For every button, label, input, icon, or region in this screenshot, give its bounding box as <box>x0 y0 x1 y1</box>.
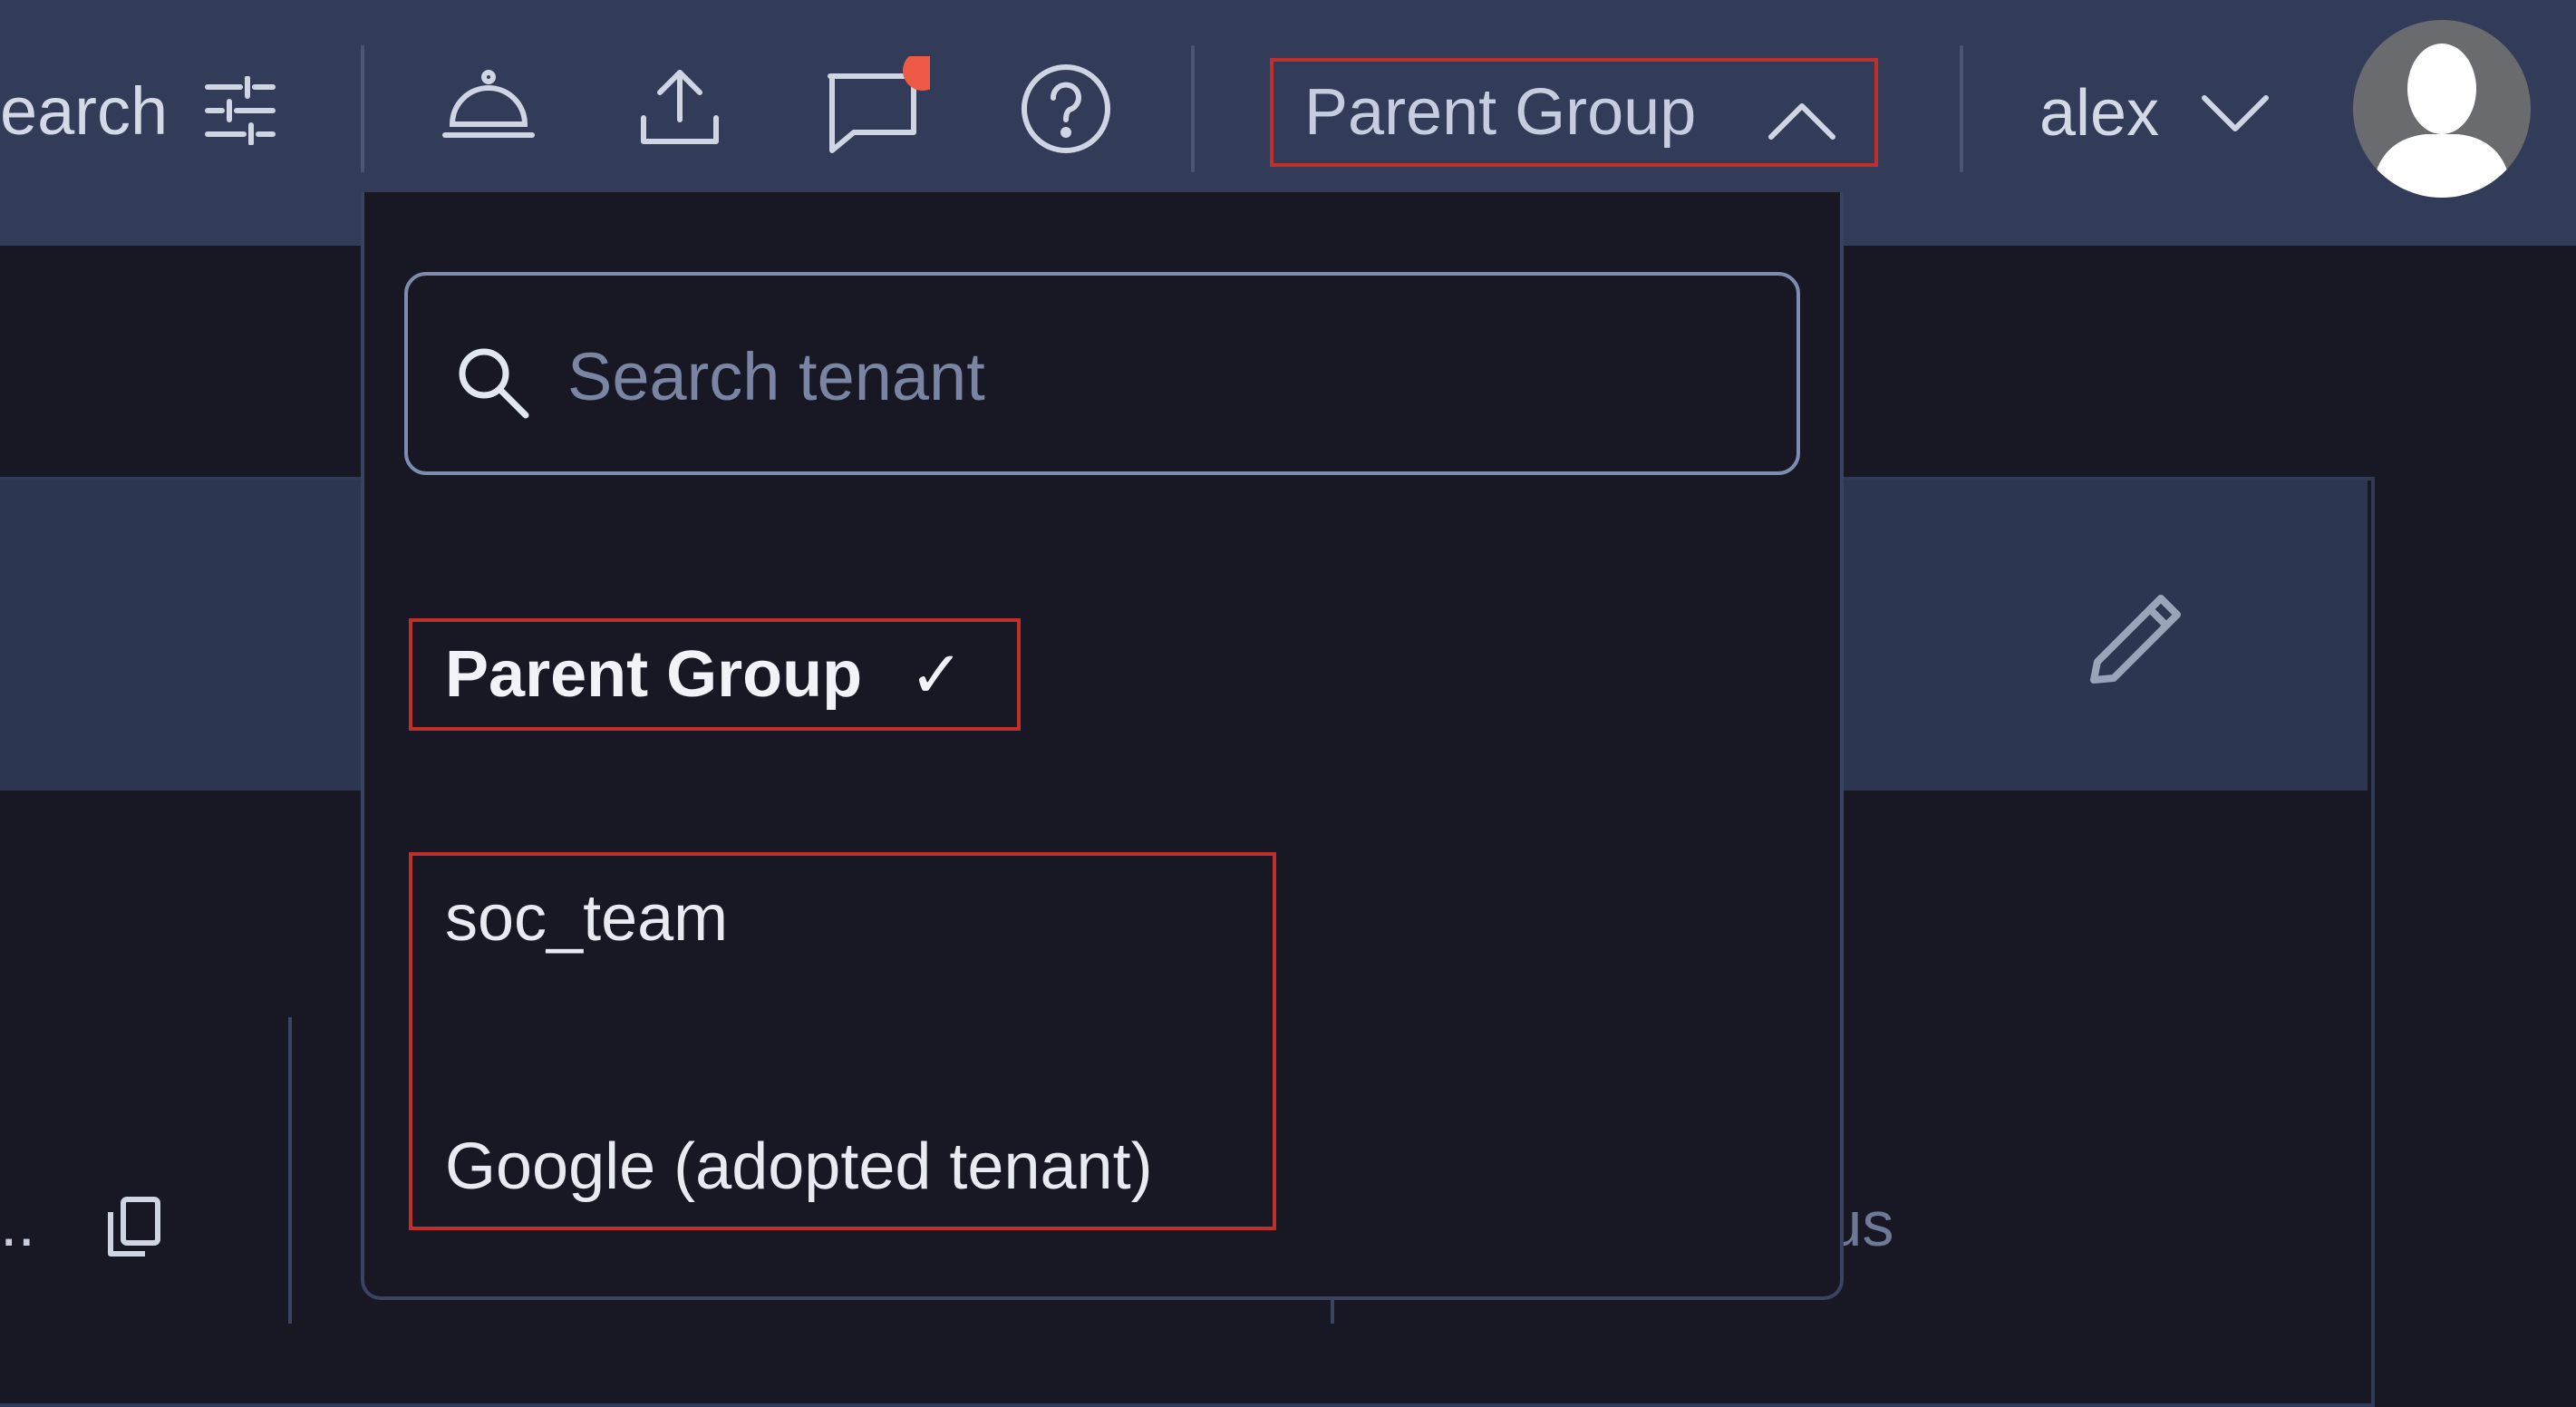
tenant-search-input[interactable] <box>566 312 1748 441</box>
user-menu-button[interactable]: alex <box>2039 63 2271 163</box>
tenant-selector-label: Parent Group <box>1304 76 1697 149</box>
global-search-label[interactable]: earch <box>0 71 168 152</box>
tenant-option-soc-team[interactable]: soc_team <box>445 881 728 956</box>
tenant-search-field[interactable] <box>404 272 1800 475</box>
truncated-value: .. <box>0 1189 35 1259</box>
upload-icon[interactable] <box>634 63 725 150</box>
card-column-divider <box>288 1017 292 1324</box>
chevron-up-icon <box>1766 85 1838 160</box>
tenant-option-google[interactable]: Google (adopted tenant) <box>445 1130 1153 1204</box>
edit-pencil-icon[interactable] <box>2081 589 2190 689</box>
toolbar-divider <box>361 45 364 172</box>
search-icon <box>455 344 531 425</box>
tenant-option-label: Parent Group <box>445 638 863 711</box>
avatar-icon[interactable] <box>2353 20 2531 198</box>
chat-icon[interactable] <box>823 56 930 156</box>
checkmark-icon: ✓ <box>909 639 964 712</box>
help-icon[interactable] <box>1019 62 1113 156</box>
tenant-options-group: soc_team Google (adopted tenant) <box>409 852 1276 1230</box>
chevron-down-icon <box>2199 91 2271 136</box>
user-name: alex <box>2039 77 2160 150</box>
tenant-selector-button[interactable]: Parent Group <box>1270 58 1878 167</box>
copy-icon[interactable] <box>105 1195 163 1258</box>
service-bell-icon[interactable] <box>439 69 538 141</box>
filter-sliders-icon[interactable] <box>201 74 279 147</box>
toolbar-divider <box>1960 45 1963 172</box>
tenant-option-selected[interactable]: Parent Group ✓ <box>409 618 1021 731</box>
toolbar-divider <box>1191 45 1195 172</box>
